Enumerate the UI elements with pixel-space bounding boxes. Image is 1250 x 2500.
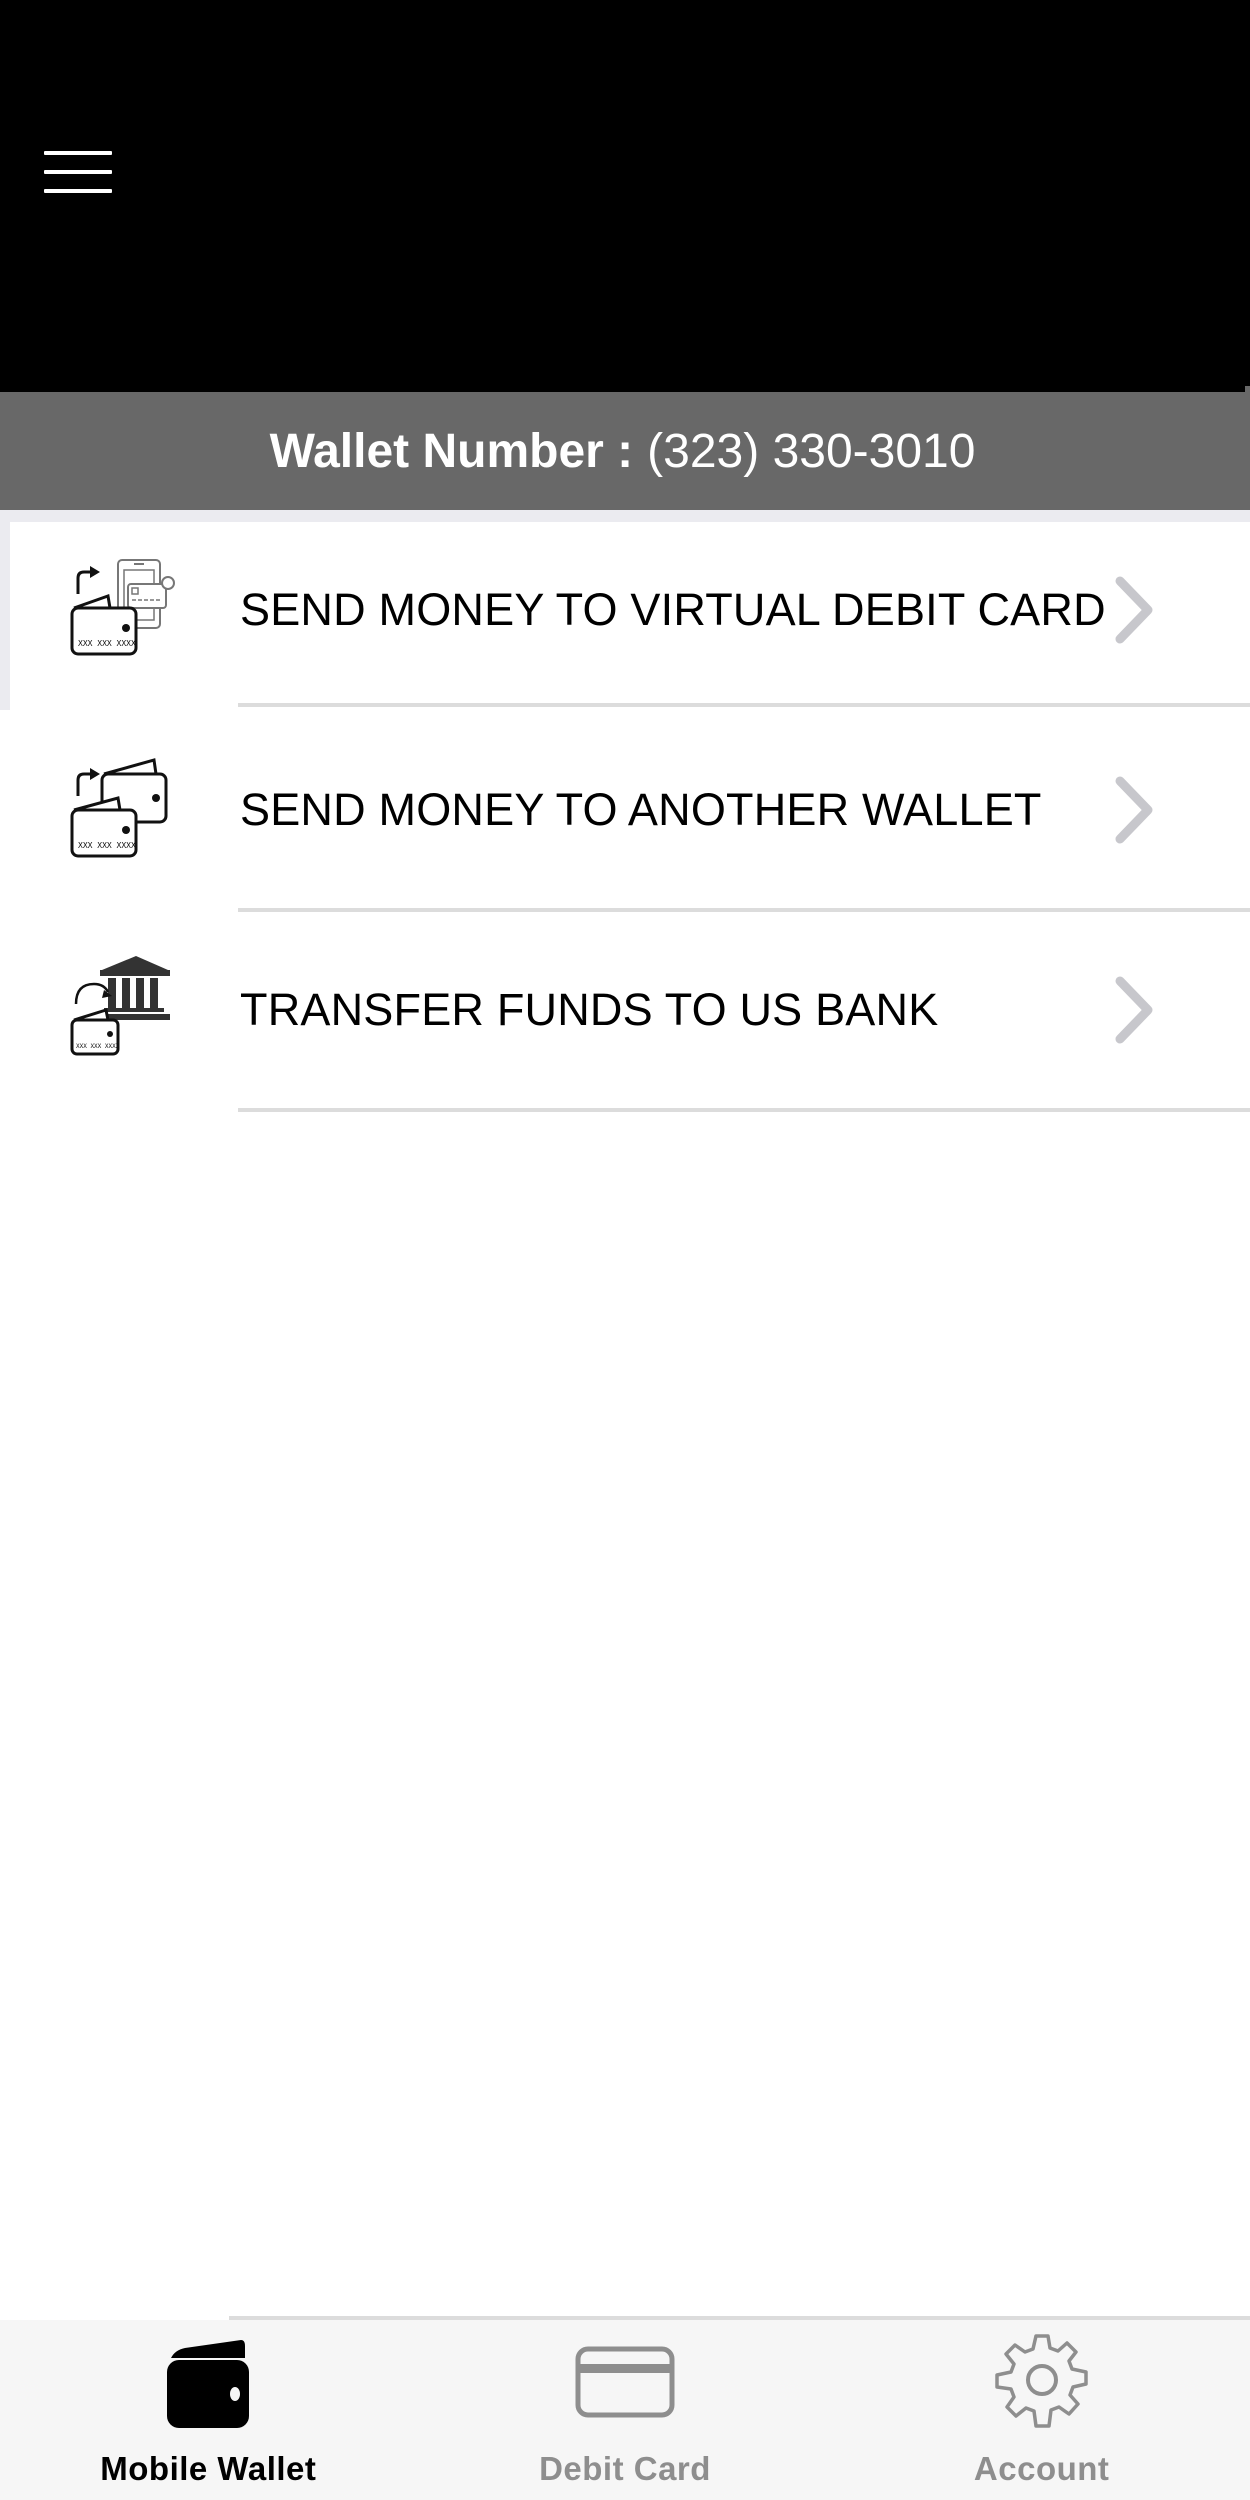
credit-card-icon [575,2346,675,2418]
bottom-tab-bar: Mobile Wallet Debit Card Account [0,2320,1250,2500]
wallet-icon [167,2340,250,2428]
menu-item-label: SEND MONEY TO ANOTHER WALLET [240,784,1042,835]
row-separator [238,1108,1250,1112]
app-header [0,0,1250,392]
tab-label: Account [973,2450,1110,2487]
wallet-number-banner: Wallet Number : (323) 330-3010 [0,392,1245,510]
chevron-right-icon [1115,776,1153,844]
tab-debit-card[interactable]: Debit Card [417,2320,834,2500]
menu-item-send-to-another-wallet[interactable]: XXX XXX XXXX SEND MONEY TO ANOTHER WALLE… [0,710,1250,912]
wallet-to-wallet-icon: XXX XXX XXXX [70,758,168,858]
tab-label: Mobile Wallet [100,2450,317,2487]
menu-item-label: SEND MONEY TO VIRTUAL DEBIT CARD [240,584,1106,635]
menu-item-label: TRANSFER FUNDS TO US BANK [240,984,939,1035]
menu-list: XXX XXX XXXX SEND MONEY TO VIRTUAL DEBIT… [0,510,1250,1112]
menu-item-send-to-virtual-debit-card[interactable]: XXX XXX XXXX SEND MONEY TO VIRTUAL DEBIT… [0,510,1250,710]
chevron-right-icon [1115,576,1153,644]
banner-edge [1245,386,1250,510]
row-separator [238,703,1250,707]
wallet-to-bank-icon: XXX XXX XXXX [70,956,170,1056]
wallet-to-virtual-card-icon: XXX XXX XXXX [70,559,175,656]
svg-text:XXX XXX XXXX: XXX XXX XXXX [78,841,136,850]
tab-account[interactable]: Account [833,2320,1250,2500]
tab-label: Debit Card [539,2450,711,2487]
hamburger-line [44,151,112,155]
svg-text:XXX XXX XXXX: XXX XXX XXXX [76,1043,120,1050]
wallet-number-value: (323) 330-3010 [647,424,976,478]
tab-mobile-wallet[interactable]: Mobile Wallet [0,2320,417,2500]
wallet-number-label: Wallet Number : [269,424,634,478]
hamburger-line [44,170,112,174]
menu-item-transfer-to-us-bank[interactable]: XXX XXX XXXX TRANSFER FUNDS TO US BANK [0,910,1250,1112]
hamburger-line [44,189,112,193]
chevron-right-icon [1115,976,1153,1044]
svg-text:XXX XXX XXXX: XXX XXX XXXX [78,639,136,648]
gear-icon [994,2334,1088,2428]
hamburger-menu-icon[interactable] [40,140,116,204]
